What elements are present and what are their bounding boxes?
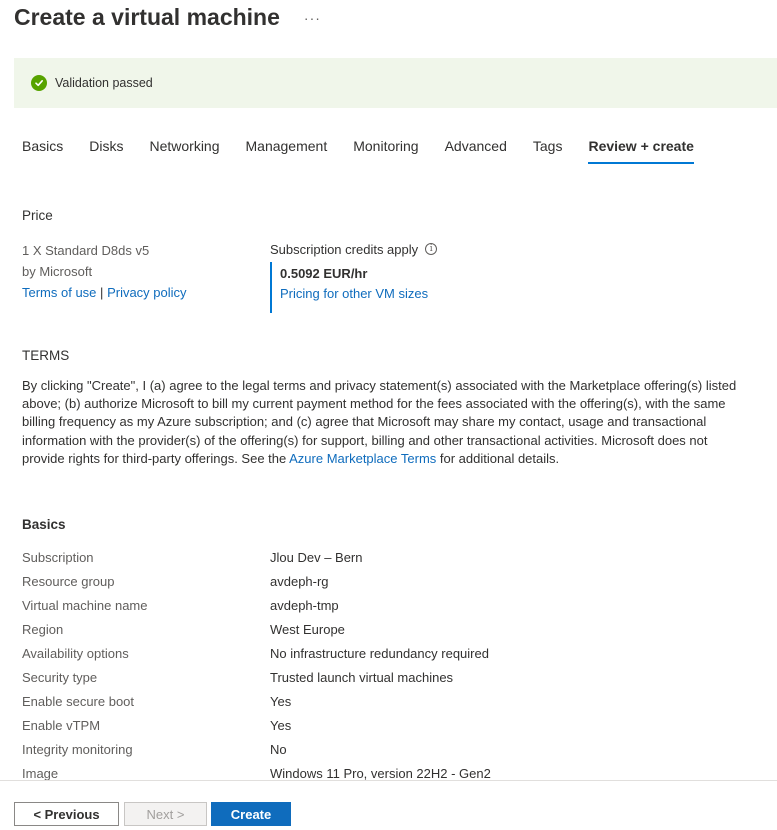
summary-row: Integrity monitoring No bbox=[22, 737, 762, 761]
check-circle-icon bbox=[31, 75, 47, 91]
tab-review-create[interactable]: Review + create bbox=[588, 138, 695, 164]
summary-value: No infrastructure redundancy required bbox=[270, 645, 489, 661]
summary-row: Enable secure boot Yes bbox=[22, 689, 762, 713]
page-title: Create a virtual machine bbox=[14, 4, 280, 30]
wizard-tabs: Basics Disks Networking Management Monit… bbox=[22, 138, 720, 164]
tab-monitoring[interactable]: Monitoring bbox=[353, 138, 418, 164]
azure-marketplace-terms-link[interactable]: Azure Marketplace Terms bbox=[289, 451, 436, 466]
summary-key: Region bbox=[22, 621, 64, 637]
wizard-footer: < Previous Next > Create bbox=[0, 780, 777, 830]
summary-row: Enable vTPM Yes bbox=[22, 713, 762, 737]
pricing-other-sizes-link[interactable]: Pricing for other VM sizes bbox=[280, 286, 470, 301]
summary-key: Enable secure boot bbox=[22, 693, 135, 709]
product-name: 1 X Standard D8ds v5 bbox=[22, 243, 150, 258]
summary-value: Jlou Dev – Bern bbox=[270, 549, 363, 565]
summary-row: Resource group avdeph-rg bbox=[22, 569, 762, 593]
tab-tags[interactable]: Tags bbox=[533, 138, 563, 164]
tab-disks[interactable]: Disks bbox=[89, 138, 123, 164]
summary-value: Yes bbox=[270, 717, 292, 733]
summary-key: Integrity monitoring bbox=[22, 741, 133, 757]
summary-value: Yes bbox=[270, 693, 292, 709]
price-heading: Price bbox=[22, 208, 53, 223]
terms-body-end: for additional details. bbox=[436, 450, 560, 466]
summary-key: Security type bbox=[22, 669, 98, 685]
summary-row: Virtual machine name avdeph-tmp bbox=[22, 593, 762, 617]
privacy-policy-link[interactable]: Privacy policy bbox=[107, 285, 186, 300]
link-separator: | bbox=[100, 285, 104, 300]
summary-row: Region West Europe bbox=[22, 617, 762, 641]
tab-management[interactable]: Management bbox=[246, 138, 328, 164]
summary-value: Trusted launch virtual machines bbox=[270, 669, 454, 685]
terms-of-use-link[interactable]: Terms of use bbox=[22, 285, 96, 300]
basics-heading: Basics bbox=[22, 517, 66, 532]
more-options-button[interactable]: ··· bbox=[304, 10, 321, 26]
tab-basics[interactable]: Basics bbox=[22, 138, 63, 164]
info-icon[interactable]: i bbox=[425, 243, 438, 255]
terms-heading: TERMS bbox=[22, 348, 70, 363]
summary-key: Virtual machine name bbox=[22, 597, 148, 613]
summary-key: Enable vTPM bbox=[22, 717, 101, 733]
page-header: Create a virtual machine ··· bbox=[14, 4, 321, 31]
terms-text: By clicking "Create", I (a) agree to the… bbox=[22, 377, 737, 468]
publisher: by Microsoft bbox=[22, 264, 93, 279]
credits-label: Subscription credits apply bbox=[270, 241, 419, 257]
summary-row: Availability options No infrastructure re… bbox=[22, 641, 762, 665]
summary-value: avdeph-rg bbox=[270, 573, 329, 589]
validation-banner: Validation passed bbox=[14, 58, 777, 108]
summary-value: avdeph-tmp bbox=[270, 597, 339, 613]
summary-row: Security type Trusted launch virtual mach… bbox=[22, 665, 762, 689]
create-button[interactable]: Create bbox=[211, 802, 291, 826]
tab-advanced[interactable]: Advanced bbox=[445, 138, 507, 164]
basics-summary: Subscription Jlou Dev – Bern Resource gro… bbox=[22, 545, 762, 785]
summary-key: Resource group bbox=[22, 573, 115, 589]
price-details: Subscription credits apply i 0.5092 EUR/… bbox=[270, 240, 438, 313]
summary-row: Subscription Jlou Dev – Bern bbox=[22, 545, 762, 569]
summary-key: Subscription bbox=[22, 549, 94, 565]
summary-value: No bbox=[270, 741, 287, 757]
summary-value: West Europe bbox=[270, 621, 345, 637]
previous-button[interactable]: < Previous bbox=[14, 802, 119, 826]
summary-key: Image bbox=[22, 765, 59, 781]
tab-networking[interactable]: Networking bbox=[149, 138, 219, 164]
next-button: Next > bbox=[124, 802, 207, 826]
price-rate: 0.5092 EUR/hr bbox=[280, 266, 368, 281]
validation-message: Validation passed bbox=[55, 76, 153, 90]
summary-value: Windows 11 Pro, version 22H2 - Gen2 bbox=[270, 765, 491, 781]
price-box: 0.5092 EUR/hr Pricing for other VM sizes bbox=[270, 262, 470, 313]
price-product-info: 1 X Standard D8ds v5 by Microsoft Terms … bbox=[22, 240, 187, 303]
summary-key: Availability options bbox=[22, 645, 129, 661]
